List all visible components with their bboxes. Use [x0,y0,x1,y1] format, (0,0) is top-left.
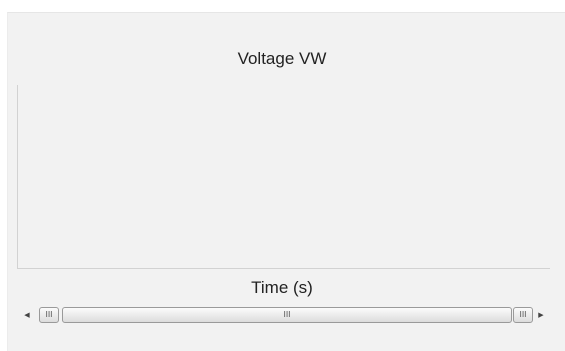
x-axis-label: Time (s) [251,278,313,297]
grip-icon: III [283,310,291,319]
time-scrollbar[interactable]: ◀ III III III ▶ [19,306,549,324]
scroll-thumb[interactable]: III [62,307,512,323]
chart-title: Voltage VW [237,49,327,68]
range-end-handle[interactable]: III [513,307,533,323]
grip-icon: III [45,310,53,319]
plot-panel: Voltage VW Time (s) ◀ III III III ▶ [7,12,565,351]
range-start-handle[interactable]: III [39,307,59,323]
grip-icon: III [519,310,527,319]
arrow-right-icon[interactable]: ▶ [533,306,549,324]
plot-area [17,85,550,269]
arrow-left-icon[interactable]: ◀ [19,306,35,324]
